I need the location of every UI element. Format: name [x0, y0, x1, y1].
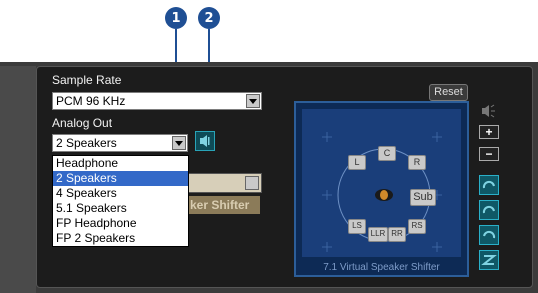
virtual-speaker-caption: 7.1 Virtual Speaker Shifter — [323, 262, 440, 273]
speaker-sub[interactable]: Sub — [410, 189, 436, 206]
zoom-in-button[interactable]: + — [479, 125, 499, 139]
speaker-right-surround[interactable]: RS — [408, 219, 426, 234]
rotate-icon — [483, 230, 496, 239]
speaker-icon — [200, 135, 210, 147]
sample-rate-label: Sample Rate — [52, 73, 122, 87]
chevron-down-icon[interactable] — [246, 94, 260, 108]
zoom-out-button[interactable]: − — [479, 147, 499, 161]
reset-position-button[interactable] — [479, 250, 499, 270]
speaker-field[interactable]: L C R Sub LS RS LLR RR — [302, 109, 461, 257]
speaker-left-surround[interactable]: LS — [348, 219, 366, 234]
dropdown-option-5-1-speakers[interactable]: 5.1 Speakers — [53, 201, 188, 216]
callout-1: 1 — [165, 7, 187, 29]
volume-icon — [479, 103, 499, 119]
speaker-left[interactable]: L — [348, 155, 366, 170]
analog-out-select[interactable]: 2 Speakers — [52, 134, 188, 152]
reset-button[interactable]: Reset — [429, 84, 468, 101]
callout-2: 2 — [198, 7, 220, 29]
dropdown-option-headphone[interactable]: Headphone — [53, 156, 188, 171]
dropdown-option-4-speakers[interactable]: 4 Speakers — [53, 186, 188, 201]
speaker-center[interactable]: C — [378, 146, 396, 161]
rotate-icon — [482, 205, 495, 214]
window-left-strip — [0, 66, 36, 293]
rotate-ccw-button[interactable] — [479, 200, 499, 220]
dropdown-option-fp-2-speakers[interactable]: FP 2 Speakers — [53, 231, 188, 246]
rotate-back-button[interactable] — [479, 225, 499, 245]
speaker-test-button[interactable] — [195, 131, 215, 151]
rotate-icon — [482, 180, 495, 189]
dropdown-option-2-speakers[interactable]: 2 Speakers — [53, 171, 188, 186]
analog-out-label: Analog Out — [52, 116, 113, 130]
speaker-right[interactable]: R — [408, 155, 426, 170]
chevron-down-icon[interactable] — [172, 136, 186, 150]
sample-rate-select[interactable]: PCM 96 KHz — [52, 92, 262, 110]
speaker-shifter-button[interactable]: ker Shifter — [188, 196, 260, 214]
virtual-speaker-shifter[interactable]: L C R Sub LS RS LLR RR 7.1 Virtual Speak… — [294, 101, 469, 277]
speaker-rear-left[interactable]: LLR — [368, 227, 388, 242]
sample-rate-value: PCM 96 KHz — [56, 94, 126, 108]
analog-out-dropdown: Headphone 2 Speakers 4 Speakers 5.1 Spea… — [52, 155, 189, 247]
analog-out-value: 2 Speakers — [56, 136, 117, 150]
rotate-cw-button[interactable] — [479, 175, 499, 195]
swap-icon — [481, 255, 497, 265]
dropdown-option-fp-headphone[interactable]: FP Headphone — [53, 216, 188, 231]
speaker-shifter-select[interactable] — [188, 173, 262, 193]
speaker-rear-right[interactable]: RR — [388, 227, 406, 242]
chevron-down-icon[interactable] — [245, 176, 259, 190]
